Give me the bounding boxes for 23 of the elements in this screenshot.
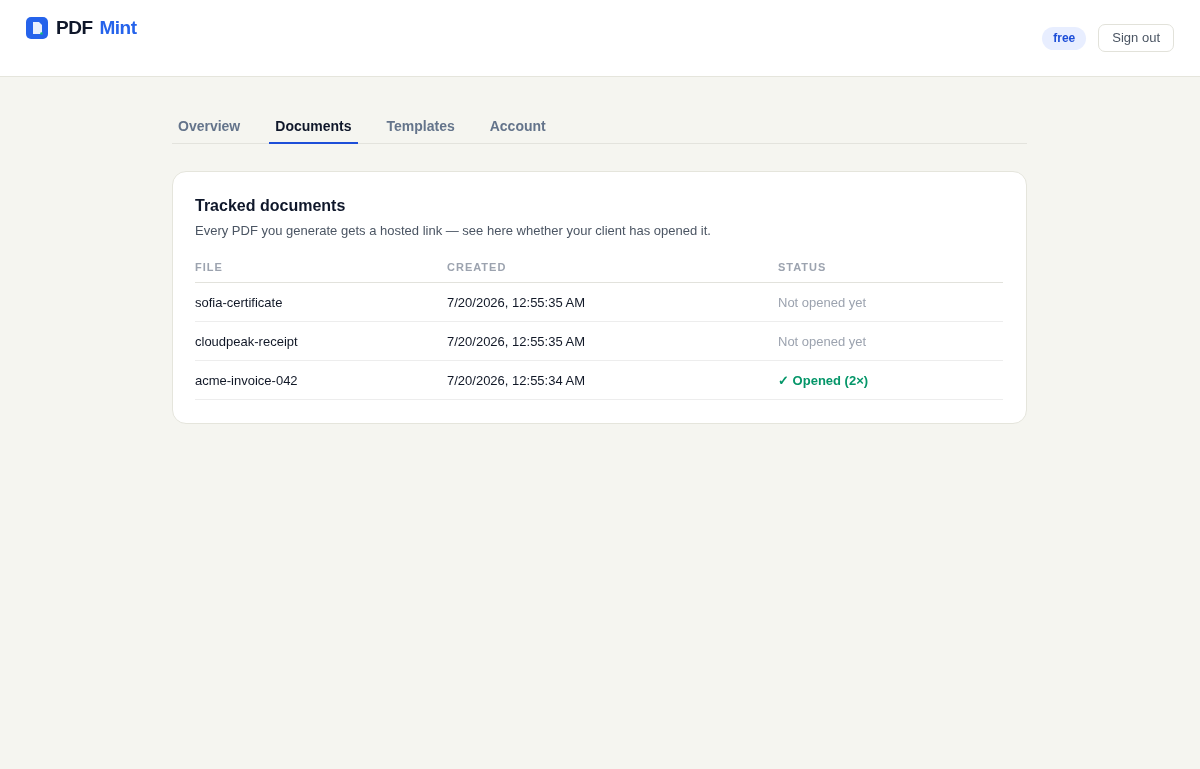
column-header: CREATED (447, 261, 507, 273)
plan-badge: free (1042, 26, 1087, 50)
column-header: FILE (195, 261, 223, 273)
tab[interactable]: Overview (172, 110, 247, 144)
created-date: 7/20/2026, 12:55:34 AM (447, 373, 586, 388)
card-title: Tracked documents (195, 196, 347, 216)
document-logo-icon (26, 17, 48, 39)
file-name: acme-invoice-042 (195, 373, 298, 388)
tab[interactable]: Templates (380, 110, 461, 144)
card-description: Every PDF you generate gets a hosted link — see here whether your client has opened it. (195, 222, 712, 240)
file-name: sofia-certificate (195, 295, 283, 310)
column-header: STATUS (778, 261, 827, 273)
tab[interactable]: Account (483, 110, 552, 144)
status-text: Not opened yet (778, 295, 867, 310)
tab[interactable]: Documents (269, 110, 358, 144)
file-name: cloudpeak-receipt (195, 334, 298, 349)
brand-name: PDF (56, 17, 93, 39)
status-text: Not opened yet (778, 334, 867, 349)
created-date: 7/20/2026, 12:55:35 AM (447, 334, 586, 349)
status-text: ✓ Opened (2×) (778, 373, 869, 388)
created-date: 7/20/2026, 12:55:35 AM (447, 295, 586, 310)
brand-name: Mint (99, 17, 137, 39)
sign-out-button[interactable]: Sign out (1098, 24, 1174, 52)
